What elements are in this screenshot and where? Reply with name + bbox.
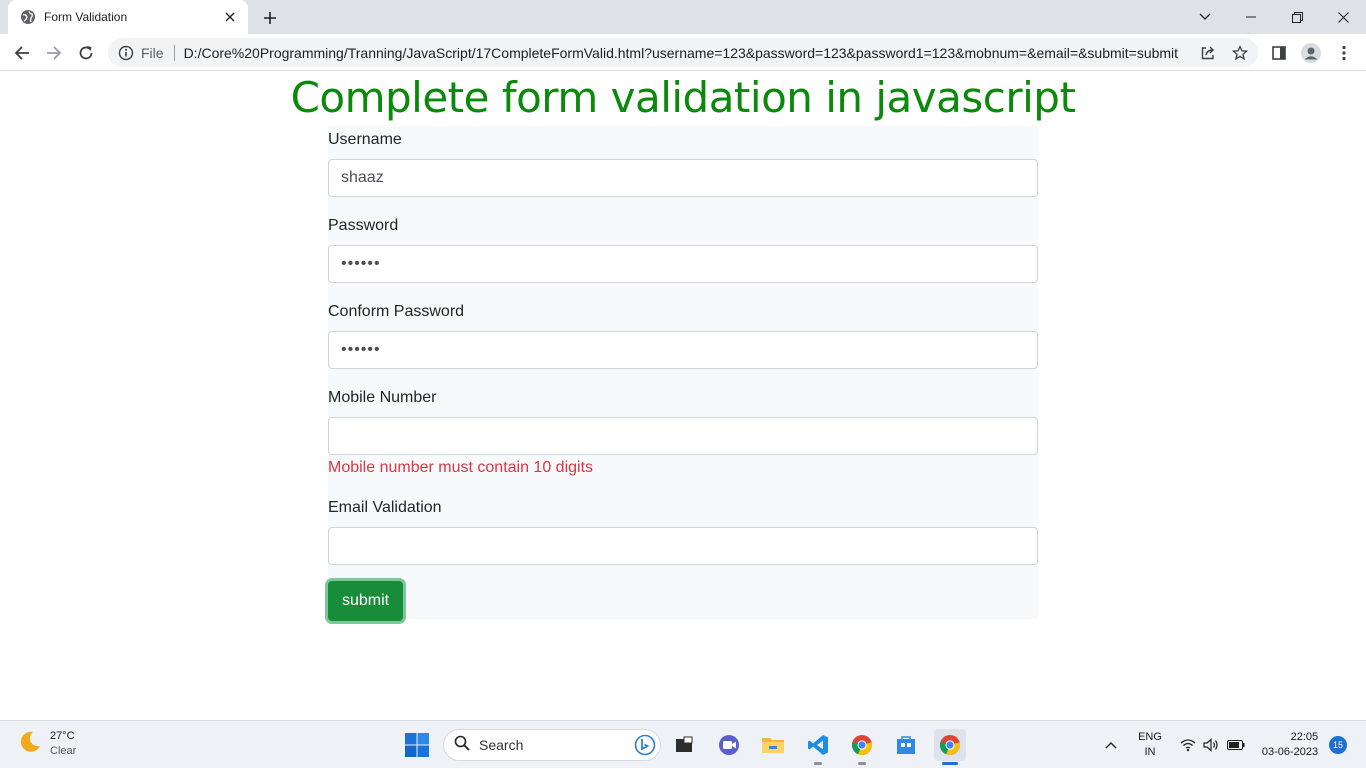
- windows-start-icon[interactable]: [404, 732, 430, 758]
- tab-strip: Form Validation: [0, 0, 1366, 34]
- weather-condition: Clear: [50, 745, 77, 757]
- chevron-up-icon[interactable]: [1100, 721, 1122, 769]
- more-menu-icon[interactable]: [1330, 39, 1358, 67]
- confirm-password-label: Conform Password: [328, 303, 465, 320]
- battery-icon[interactable]: [1225, 721, 1247, 769]
- address-scheme: File: [141, 44, 164, 61]
- restore-icon[interactable]: [1274, 0, 1320, 34]
- wifi-icon[interactable]: [1178, 721, 1198, 769]
- username-input[interactable]: shaaz: [328, 159, 1038, 197]
- weather-temperature: 27°C: [50, 730, 75, 742]
- taskbar-search[interactable]: Search: [443, 729, 661, 761]
- volume-icon[interactable]: [1201, 721, 1221, 769]
- notification-badge[interactable]: 15: [1329, 736, 1347, 754]
- new-tab-icon[interactable]: [259, 7, 281, 29]
- mobile-number-error: Mobile number must contain 10 digits: [328, 459, 594, 476]
- store-icon[interactable]: [890, 729, 922, 761]
- clock[interactable]: 22:05 03-06-2023: [1256, 721, 1324, 769]
- tab-search-icon[interactable]: [1182, 0, 1228, 34]
- moon-icon: [18, 730, 42, 759]
- address-url[interactable]: D:/Core%20Programming/Tranning/JavaScrip…: [184, 45, 1179, 61]
- running-indicator: [858, 762, 866, 765]
- mobile-number-input[interactable]: [328, 417, 1038, 455]
- vscode-icon[interactable]: [802, 729, 834, 765]
- weather-widget[interactable]: 27°C Clear: [18, 729, 76, 759]
- email-input[interactable]: [328, 527, 1038, 565]
- meet-icon[interactable]: [713, 729, 745, 761]
- page-viewport: Complete form validation in javascript U…: [0, 71, 1366, 720]
- mobile-number-label: Mobile Number: [328, 389, 437, 406]
- language-indicator[interactable]: ENG IN: [1132, 721, 1168, 769]
- folder-icon[interactable]: [757, 729, 789, 761]
- tab-title: Form Validation: [44, 10, 128, 24]
- share-icon[interactable]: [1193, 38, 1223, 67]
- chrome-icon[interactable]: [846, 729, 878, 765]
- password-input[interactable]: ••••••: [328, 245, 1038, 283]
- forward-arrow-icon[interactable]: [40, 39, 68, 67]
- validation-form: Username shaaz Password •••••• Conform P…: [328, 126, 1038, 621]
- language-secondary: IN: [1144, 746, 1156, 758]
- bing-icon[interactable]: [634, 734, 656, 756]
- page-title: Complete form validation in javascript: [290, 73, 1076, 122]
- close-tab-icon[interactable]: [222, 9, 238, 25]
- clock-time: 22:05: [1290, 731, 1319, 743]
- confirm-password-input[interactable]: ••••••: [328, 331, 1038, 369]
- submit-button[interactable]: submit: [328, 581, 403, 621]
- close-window-icon[interactable]: [1320, 0, 1366, 34]
- address-separator: [173, 44, 175, 61]
- email-label: Email Validation: [328, 499, 442, 516]
- browser-tab[interactable]: Form Validation: [8, 0, 248, 34]
- info-icon[interactable]: [118, 45, 134, 61]
- password-label: Password: [328, 217, 399, 234]
- address-bar[interactable]: File D:/Core%20Programming/Tranning/Java…: [108, 38, 1258, 67]
- active-indicator: [942, 762, 958, 765]
- side-panel-icon[interactable]: [1265, 39, 1293, 67]
- globe-icon: [20, 9, 36, 25]
- search-icon: [454, 735, 470, 756]
- clock-date: 03-06-2023: [1261, 746, 1319, 758]
- back-arrow-icon[interactable]: [8, 39, 36, 67]
- task-view-icon[interactable]: [668, 729, 700, 761]
- bookmark-star-icon[interactable]: [1225, 38, 1255, 67]
- running-indicator: [814, 762, 822, 765]
- language-primary: ENG: [1138, 731, 1162, 743]
- minimize-icon[interactable]: [1228, 0, 1274, 34]
- profile-avatar-icon[interactable]: [1297, 39, 1325, 67]
- search-placeholder: Search: [479, 737, 524, 753]
- chrome-active-icon[interactable]: [934, 729, 966, 765]
- browser-toolbar: File D:/Core%20Programming/Tranning/Java…: [0, 34, 1366, 71]
- reload-icon[interactable]: [72, 39, 100, 67]
- username-label: Username: [328, 131, 402, 148]
- windows-taskbar: 27°C Clear Search ENG IN 22:05 03-06-202…: [0, 720, 1366, 768]
